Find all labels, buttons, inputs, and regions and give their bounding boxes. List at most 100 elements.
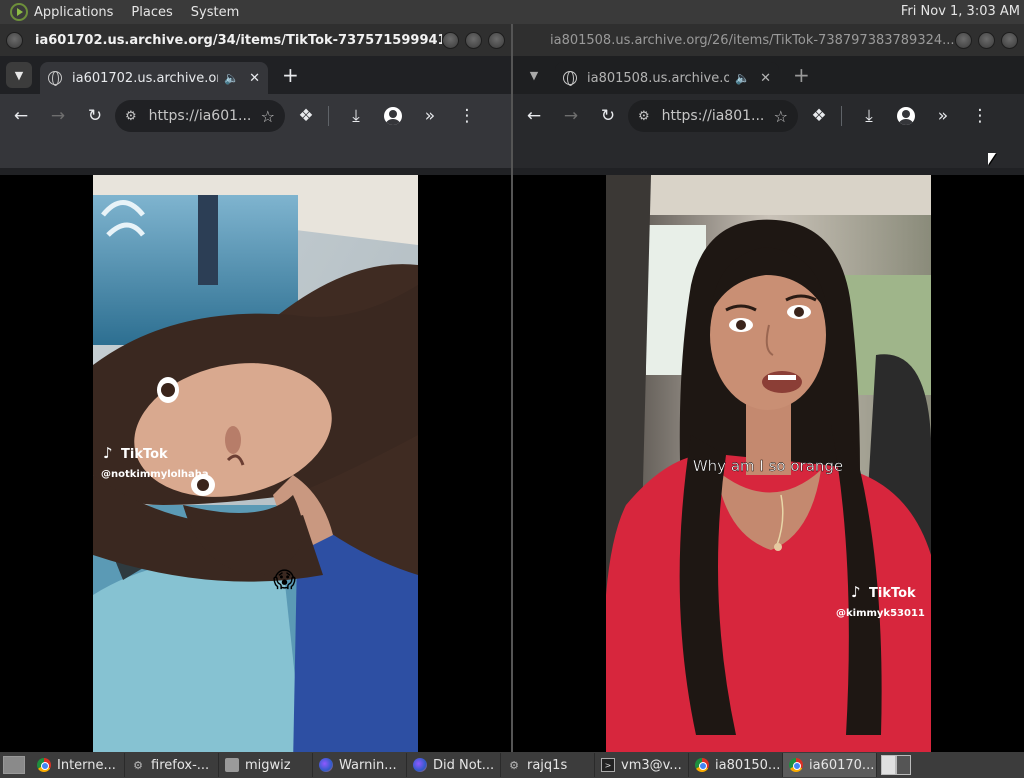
panel-clock[interactable]: Fri Nov 1, 3:03 AM	[901, 4, 1020, 19]
reload-icon[interactable]: ↻	[79, 100, 111, 132]
taskbar-item[interactable]: ⚙ firefox-...	[125, 753, 219, 777]
taskbar-item-label: firefox-...	[151, 757, 210, 773]
taskbar-item[interactable]: > vm3@v...	[595, 753, 689, 777]
toolbar-separator	[328, 106, 329, 126]
close-window-button[interactable]	[1001, 31, 1018, 49]
taskbar-item[interactable]: ⚙ rajq1s	[501, 753, 595, 777]
back-arrow-icon[interactable]: ←	[518, 100, 550, 132]
minimize-button[interactable]	[442, 31, 459, 49]
tab-search-chevron-icon[interactable]: ▼	[6, 62, 32, 88]
video-frame-right: Why am I so orange TikTok ♪ @kimmyk53011	[606, 175, 931, 752]
url-text[interactable]: https://ia801...	[662, 108, 774, 124]
tab-strip: ▼ ia601702.us.archive.org/3 🔈 ✕ +	[0, 56, 511, 94]
taskbar-item[interactable]: migwiz	[219, 753, 313, 777]
places-menu[interactable]: Places	[131, 5, 172, 20]
gear-icon: ⚙	[509, 758, 519, 772]
profile-icon[interactable]	[377, 100, 409, 132]
new-tab-button[interactable]: +	[793, 63, 810, 87]
maximize-button[interactable]	[465, 31, 482, 49]
extensions-puzzle-icon[interactable]: ❖	[290, 100, 322, 132]
new-tab-button[interactable]: +	[282, 63, 299, 87]
bookmark-star-icon[interactable]: ☆	[774, 107, 788, 126]
overflow-chevron-icon[interactable]: »	[927, 100, 959, 132]
window-titlebar[interactable]: ia601702.us.archive.org/34/items/TikTok-…	[0, 24, 511, 56]
speaker-icon[interactable]: 🔈	[735, 71, 750, 85]
active-tab[interactable]: ia601702.us.archive.org/3 🔈 ✕	[40, 62, 268, 94]
window-title: ia601702.us.archive.org/34/items/TikTok-…	[35, 32, 442, 48]
left-browser-window: ia601702.us.archive.org/34/items/TikTok-…	[0, 24, 511, 752]
minimize-button[interactable]	[955, 31, 972, 49]
show-desktop-icon[interactable]	[3, 756, 25, 774]
taskbar-item[interactable]: ia80150...	[689, 753, 783, 777]
globe-icon	[48, 71, 62, 86]
overflow-chevron-icon[interactable]: »	[414, 100, 446, 132]
profile-icon[interactable]	[890, 100, 922, 132]
tiktok-watermark-right: TikTok	[869, 586, 916, 601]
address-bar[interactable]: ⚙ https://ia601... ☆	[115, 100, 285, 132]
chrome-icon	[695, 758, 709, 772]
site-info-icon[interactable]: ⚙	[638, 109, 650, 124]
top-panel: Applications Places System Fri Nov 1, 3:…	[0, 0, 1024, 24]
tiktok-handle-left: @notkimmylolhaha	[101, 469, 209, 480]
window-titlebar[interactable]: ia801508.us.archive.org/26/items/TikTok-…	[513, 24, 1024, 56]
page-content: TikTok ♪ @notkimmylolhaha 😱	[0, 175, 511, 752]
mouse-cursor-icon	[988, 153, 996, 165]
tab-close-icon[interactable]: ✕	[760, 71, 771, 86]
back-arrow-icon[interactable]: ←	[5, 100, 37, 132]
taskbar-item-active[interactable]: ia60170...	[783, 753, 877, 777]
taskbar-item-label: Warnin...	[339, 757, 397, 773]
tiktok-logo-icon: ♪	[851, 583, 861, 601]
taskbar-item-label: vm3@v...	[621, 757, 682, 773]
extensions-puzzle-icon[interactable]: ❖	[803, 100, 835, 132]
gear-icon: ⚙	[133, 758, 143, 772]
speaker-icon[interactable]: 🔈	[224, 71, 239, 85]
system-menu[interactable]: System	[191, 5, 239, 20]
download-icon[interactable]: ⤓	[340, 100, 372, 132]
forward-arrow-icon[interactable]: →	[555, 100, 587, 132]
tab-close-icon[interactable]: ✕	[249, 71, 260, 86]
applications-menu[interactable]: Applications	[34, 5, 113, 20]
toolbar-separator	[841, 106, 842, 126]
firefox-icon	[319, 758, 333, 772]
terminal-icon: >	[601, 758, 615, 772]
window-menu-icon[interactable]	[6, 31, 23, 49]
url-text[interactable]: https://ia601...	[149, 108, 261, 124]
tiktok-watermark-left: TikTok	[121, 447, 168, 462]
emoji-sticker: 😱	[273, 568, 296, 593]
tiktok-video-left[interactable]: TikTok ♪ @notkimmylolhaha 😱	[93, 175, 418, 752]
video-frame-left: TikTok ♪ @notkimmylolhaha 😱	[93, 175, 418, 752]
taskbar-item[interactable]: Did Not...	[407, 753, 501, 777]
taskbar-item-label: Did Not...	[433, 757, 495, 773]
browser-toolbar: ← → ↻ ⚙ https://ia601... ☆ ❖ ⤓ » ⋮	[0, 94, 511, 138]
tiktok-handle-right: @kimmyk53011	[836, 608, 925, 619]
kebab-menu-icon[interactable]: ⋮	[451, 100, 483, 132]
folder-icon	[225, 758, 239, 772]
forward-arrow-icon[interactable]: →	[42, 100, 74, 132]
taskbar-item[interactable]: Interne...	[31, 753, 125, 777]
taskbar: Interne... ⚙ firefox-... migwiz Warnin..…	[0, 752, 1024, 778]
tab-search-chevron-icon[interactable]: ▼	[521, 62, 547, 88]
workspace-1[interactable]	[881, 755, 896, 775]
taskbar-item[interactable]: Warnin...	[313, 753, 407, 777]
active-tab[interactable]: ia801508.us.archive.org/ 🔈 ✕	[555, 62, 779, 94]
address-bar[interactable]: ⚙ https://ia801... ☆	[628, 100, 798, 132]
tiktok-video-right[interactable]: Why am I so orange TikTok ♪ @kimmyk53011	[606, 175, 931, 752]
workspace-2[interactable]	[896, 755, 911, 775]
maximize-button[interactable]	[978, 31, 995, 49]
taskbar-item-label: rajq1s	[527, 757, 568, 773]
browser-toolbar: ← → ↻ ⚙ https://ia801... ☆ ❖ ⤓ » ⋮	[513, 94, 1024, 138]
close-window-button[interactable]	[488, 31, 505, 49]
kebab-menu-icon[interactable]: ⋮	[964, 100, 996, 132]
firefox-icon	[413, 758, 427, 772]
globe-icon	[563, 71, 577, 86]
page-content: Why am I so orange TikTok ♪ @kimmyk53011	[513, 175, 1024, 752]
download-icon[interactable]: ⤓	[853, 100, 885, 132]
bookmark-star-icon[interactable]: ☆	[261, 107, 275, 126]
video-caption: Why am I so orange	[693, 457, 843, 475]
distro-logo-icon[interactable]	[10, 3, 28, 21]
tiktok-logo-icon: ♪	[103, 444, 113, 462]
workspace-switcher[interactable]	[881, 755, 911, 775]
site-info-icon[interactable]: ⚙	[125, 109, 137, 124]
taskbar-item-label: ia60170...	[809, 757, 875, 773]
reload-icon[interactable]: ↻	[592, 100, 624, 132]
